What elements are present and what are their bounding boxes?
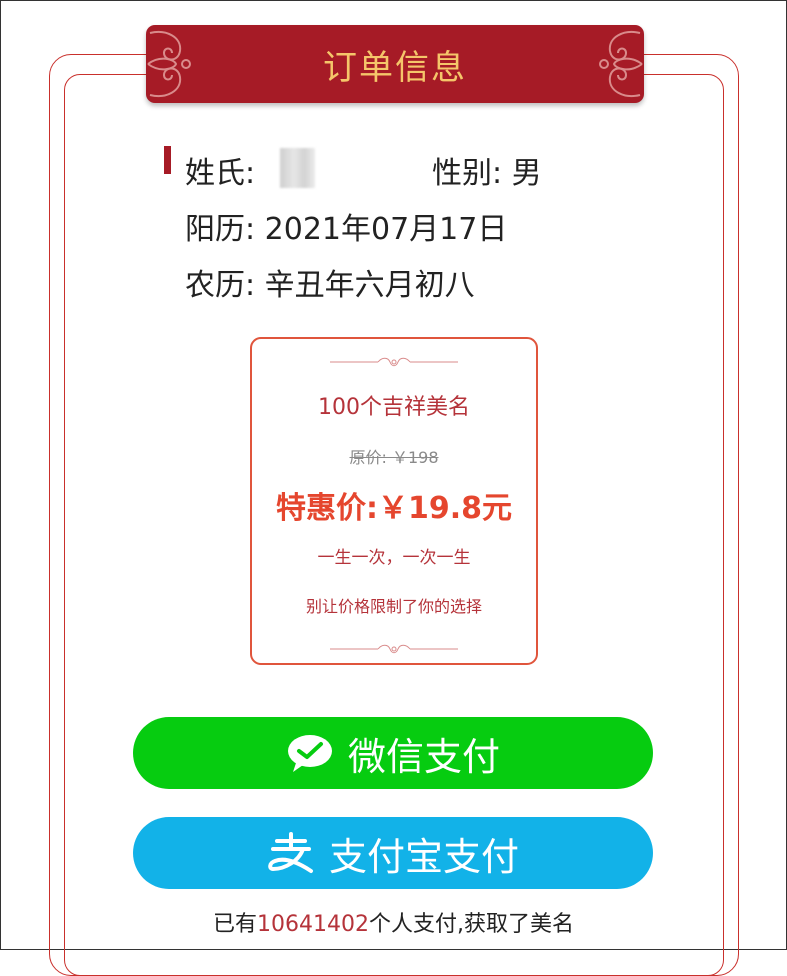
wechat-icon	[286, 729, 334, 777]
package-slogan-primary: 一生一次，一次一生	[317, 548, 471, 568]
lunar-date-row: 农历: 辛丑年六月初八	[185, 260, 475, 304]
cloud-ornament-icon	[147, 31, 191, 97]
header-banner: 订单信息	[146, 25, 644, 103]
solar-label: 阳历:	[185, 212, 256, 247]
gender-label: 性别:	[432, 156, 503, 191]
package-slogan-secondary: 别让价格限制了你的选择	[305, 597, 482, 616]
original-price-text: 原价: ￥198	[349, 448, 439, 467]
purchase-count-prefix: 已有	[213, 912, 258, 937]
solar-value: 2021年07月17日	[264, 212, 508, 247]
package-title: 100个吉祥美名	[318, 395, 470, 420]
header-title: 订单信息	[323, 47, 467, 88]
lunar-label: 农历:	[185, 268, 256, 303]
surname-row: 姓氏:	[185, 148, 255, 192]
cloud-ornament-icon	[599, 31, 643, 97]
solar-date-row: 阳历: 2021年07月17日	[185, 204, 507, 248]
alipay-icon	[267, 829, 315, 877]
gender-value: 男	[511, 156, 542, 191]
surname-label: 姓氏:	[185, 156, 256, 191]
purchase-count-statement: 已有10641402个人支付,获取了美名	[0, 906, 787, 938]
original-price: 原价: ￥198	[252, 444, 536, 468]
divider-ornament-icon	[330, 644, 458, 654]
surname-value-blurred	[280, 148, 315, 188]
sale-price: 特惠价:￥19.8元	[275, 491, 512, 526]
gender-row: 性别: 男	[432, 148, 542, 192]
alipay-pay-label: 支付宝支付	[328, 834, 519, 879]
purchase-count-number: 10641402	[257, 912, 369, 937]
wechat-pay-button[interactable]: 微信支付	[133, 717, 653, 789]
info-accent-bar	[164, 146, 171, 174]
purchase-count-suffix: 个人支付,获取了美名	[369, 912, 574, 937]
price-package-card[interactable]: 100个吉祥美名 原价: ￥198 特惠价:￥19.8元 一生一次，一次一生 别…	[250, 337, 538, 665]
lunar-value: 辛丑年六月初八	[264, 268, 475, 303]
alipay-pay-button[interactable]: 支付宝支付	[133, 817, 653, 889]
divider-ornament-icon	[330, 357, 458, 367]
wechat-pay-label: 微信支付	[347, 734, 500, 779]
